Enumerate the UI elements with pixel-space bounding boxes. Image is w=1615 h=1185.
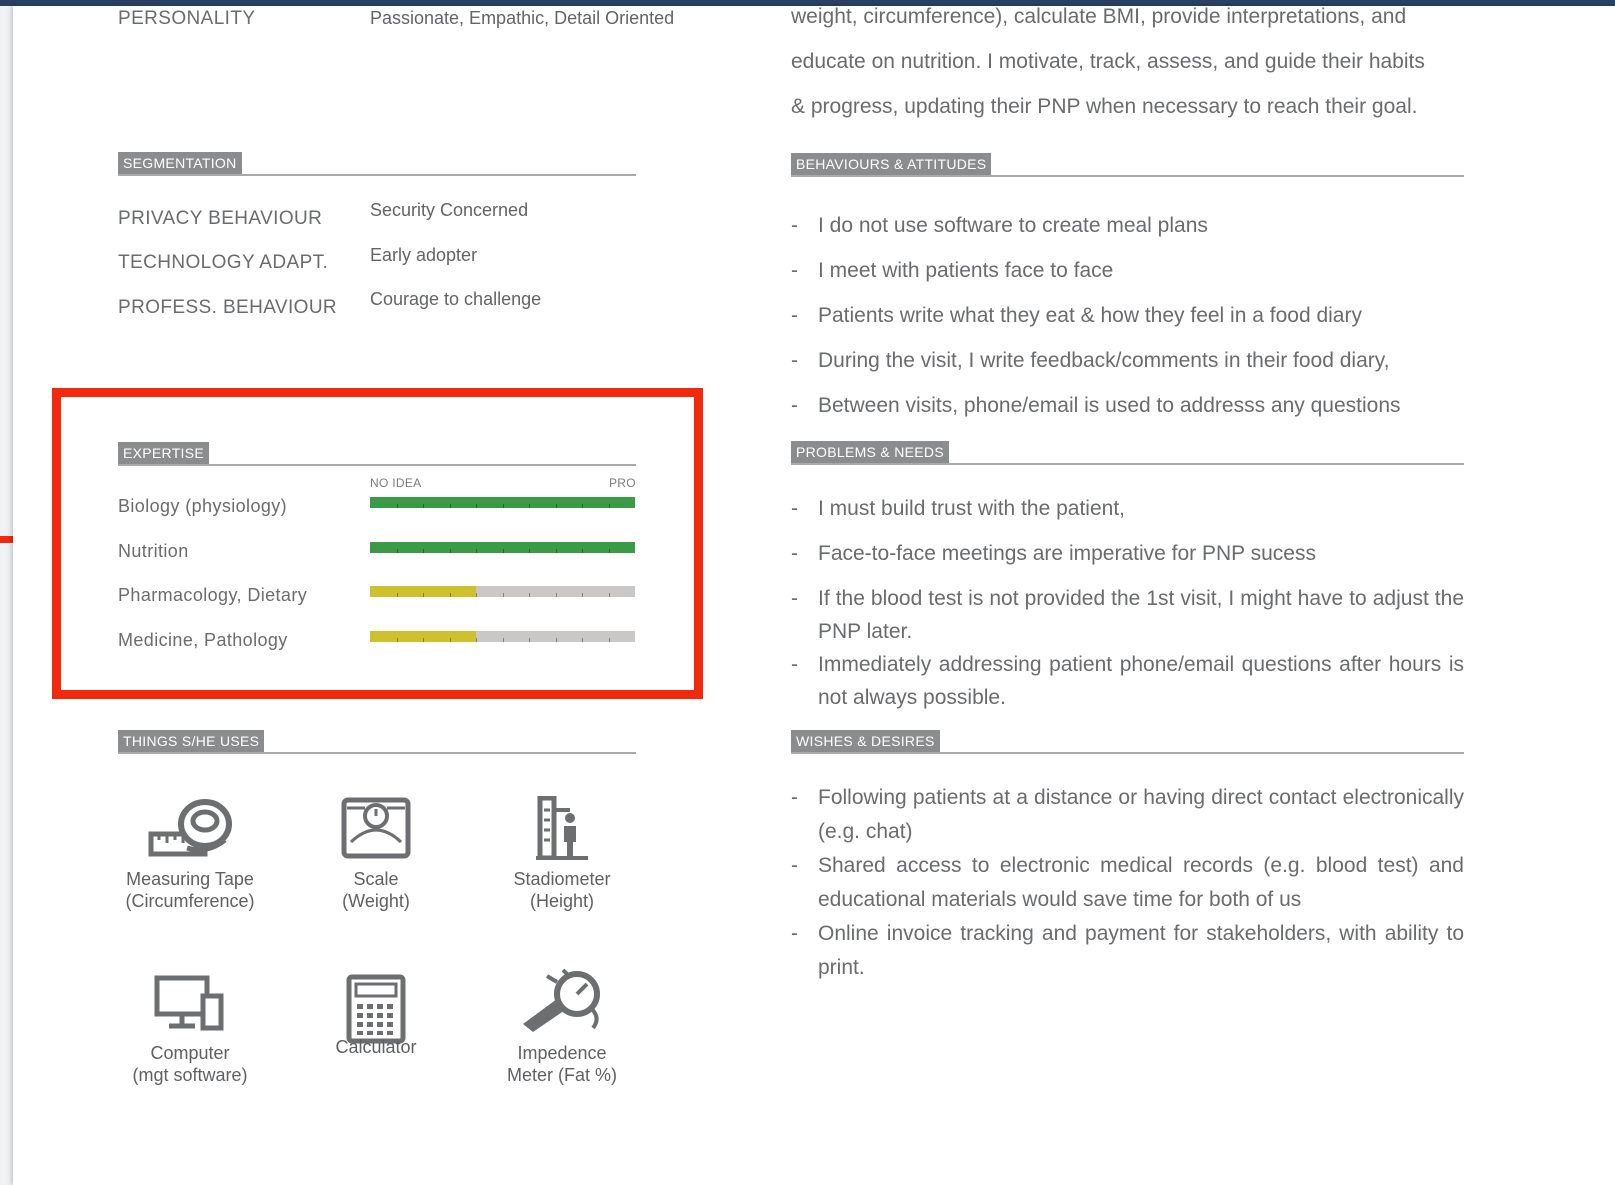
intro-paragraph: weight, circumference), calculate BMI, p… bbox=[791, 0, 1425, 129]
list-item: - Immediately addressing patient phone/em… bbox=[791, 653, 1464, 709]
behaviours-section-header: BEHAVIOURS & ATTITUDES bbox=[791, 153, 1464, 177]
list-item-text: Immediately addressing patient phone/ema… bbox=[818, 653, 1464, 709]
wishes-section-header: WISHES & DESIRES bbox=[791, 730, 1464, 754]
segmentation-label: TECHNOLOGY ADAPT. bbox=[118, 252, 329, 273]
tool-detail: Meter (Fat %) bbox=[506, 1065, 617, 1085]
list-item: - Face-to-face meetings are imperative fo… bbox=[791, 542, 1316, 565]
segmentation-label: PROFESS. BEHAVIOUR bbox=[118, 297, 338, 318]
stadiometer-icon bbox=[536, 796, 588, 860]
tool-name: Impedence bbox=[517, 1043, 607, 1063]
list-item: - Following patients at a distance or hav… bbox=[791, 786, 1464, 843]
list-item: - Shared access to electronic medical rec… bbox=[791, 854, 1464, 911]
list-item-text: Online invoice tracking and payment for … bbox=[818, 922, 1464, 979]
segmentation-value: Security Concerned bbox=[370, 200, 529, 220]
list-item-text: I do not use software to create meal pla… bbox=[818, 214, 1208, 237]
section-divider bbox=[791, 752, 1464, 754]
list-item: -I must build trust with the patient, bbox=[791, 497, 1125, 520]
tool-detail: (mgt software) bbox=[132, 1065, 248, 1085]
segmentation-label: PRIVACY BEHAVIOUR bbox=[118, 208, 323, 229]
tool-measuring-tape: Measuring Tape (Circumference) bbox=[90, 796, 290, 912]
tool-detail: (Height) bbox=[529, 891, 595, 911]
list-item-text: During the visit, I write feedback/comme… bbox=[818, 349, 1390, 372]
wishes-list: - Following patients at a distance or hav… bbox=[791, 781, 1464, 985]
behaviours-list: -I do not use software to create meal pl… bbox=[791, 203, 1464, 428]
measuring-tape-icon bbox=[148, 799, 232, 857]
tool-name: Calculator bbox=[335, 1037, 417, 1057]
list-item-text: I meet with patients face to face bbox=[818, 259, 1114, 282]
list-item: - Online invoice tracking and payment for… bbox=[791, 922, 1464, 979]
tool-stadiometer: Stadiometer (Height) bbox=[462, 796, 662, 912]
scale-icon bbox=[341, 797, 411, 859]
tool-name: Computer bbox=[150, 1043, 230, 1063]
personality-label: PERSONALITY bbox=[118, 8, 256, 29]
intro-line: & progress, updating their PNP when nece… bbox=[791, 95, 1418, 118]
section-divider bbox=[791, 175, 1464, 177]
list-item: - If the blood test is not provided the 1… bbox=[791, 587, 1464, 643]
problems-title: PROBLEMS & NEEDS bbox=[791, 441, 949, 463]
tool-calculator: Calculator bbox=[276, 974, 476, 1058]
things-title: THINGS S/HE USES bbox=[118, 730, 265, 752]
list-item: - During the visit, I write feedback/comm… bbox=[791, 349, 1390, 372]
behaviours-title: BEHAVIOURS & ATTITUDES bbox=[791, 153, 992, 175]
list-item: -I meet with patients face to face bbox=[791, 259, 1114, 282]
persona-document-page: PERSONALITY Passionate, Empathic, Detail… bbox=[13, 5, 1615, 1185]
list-item-text: If the blood test is not provided the 1s… bbox=[818, 587, 1464, 643]
tool-scale: Scale (Weight) bbox=[276, 796, 476, 912]
section-divider bbox=[118, 752, 636, 754]
wishes-title: WISHES & DESIRES bbox=[791, 730, 940, 752]
tool-name: Stadiometer bbox=[513, 869, 611, 889]
list-item-text: Following patients at a distance or havi… bbox=[818, 786, 1464, 843]
section-divider bbox=[118, 174, 636, 176]
problems-list: -I must build trust with the patient, -F… bbox=[791, 492, 1464, 714]
personality-value: Passionate, Empathic, Detail Oriented bbox=[370, 8, 675, 28]
tool-name: Measuring Tape bbox=[126, 869, 254, 889]
list-item-text: I must build trust with the patient, bbox=[818, 497, 1125, 520]
computer-icon bbox=[154, 975, 224, 1031]
tool-caption: Stadiometer (Height) bbox=[462, 868, 662, 912]
section-divider bbox=[791, 463, 1464, 465]
list-item-text: Shared access to electronic medical reco… bbox=[818, 854, 1464, 911]
tool-caption: Measuring Tape (Circumference) bbox=[90, 868, 290, 912]
impedence-meter-icon bbox=[523, 968, 600, 1032]
segmentation-section-header: SEGMENTATION bbox=[118, 152, 636, 176]
tool-caption: Calculator bbox=[276, 1036, 476, 1058]
list-item: - Patients write what they eat & how they… bbox=[791, 304, 1362, 327]
tool-caption: Impedence Meter (Fat %) bbox=[462, 1042, 662, 1086]
tool-caption: Computer (mgt software) bbox=[90, 1042, 290, 1086]
list-item-text: Between visits, phone/email is used to a… bbox=[818, 394, 1401, 417]
list-item: - Between visits, phone/email is used to … bbox=[791, 394, 1401, 417]
expertise-highlight-box bbox=[52, 388, 703, 699]
segmentation-title: SEGMENTATION bbox=[118, 152, 242, 174]
things-section-header: THINGS S/HE USES bbox=[118, 730, 636, 754]
calculator-icon bbox=[346, 974, 406, 1044]
segmentation-value: Courage to challenge bbox=[370, 289, 542, 309]
list-item-text: Face-to-face meetings are imperative for… bbox=[818, 542, 1316, 565]
tool-impedence-meter: Impedence Meter (Fat %) bbox=[462, 968, 662, 1086]
tool-caption: Scale (Weight) bbox=[276, 868, 476, 912]
tool-computer: Computer (mgt software) bbox=[90, 974, 290, 1086]
problems-section-header: PROBLEMS & NEEDS bbox=[791, 441, 1464, 465]
list-item-text: Patients write what they eat & how they … bbox=[818, 304, 1362, 327]
list-item: -I do not use software to create meal pl… bbox=[791, 214, 1208, 237]
intro-line: weight, circumference), calculate BMI, p… bbox=[791, 5, 1407, 28]
tool-name: Scale bbox=[353, 869, 399, 889]
tool-detail: (Weight) bbox=[342, 891, 410, 911]
segmentation-value: Early adopter bbox=[370, 245, 478, 265]
tool-detail: (Circumference) bbox=[125, 891, 255, 911]
intro-line: educate on nutrition. I motivate, track,… bbox=[791, 50, 1425, 73]
